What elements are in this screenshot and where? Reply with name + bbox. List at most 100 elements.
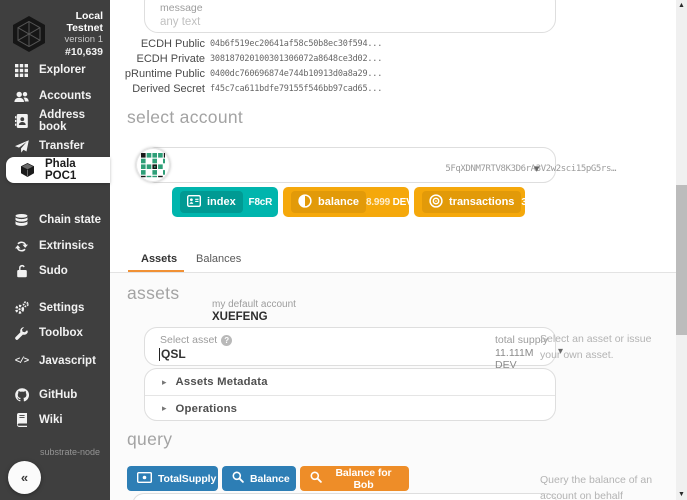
address-book-icon bbox=[14, 114, 29, 129]
accordion-label: Operations bbox=[176, 403, 238, 415]
accordion-assets-metadata[interactable]: Assets Metadata bbox=[145, 369, 555, 395]
assets-heading: assets bbox=[127, 283, 179, 304]
sidebar-collapse-button[interactable]: « bbox=[8, 461, 41, 494]
asset-accordion-group: Assets Metadata Operations bbox=[144, 368, 556, 421]
sidebar-item-accounts[interactable]: Accounts bbox=[0, 83, 110, 109]
cogs-icon bbox=[14, 301, 29, 316]
stat-value: 3 bbox=[521, 197, 526, 208]
chevron-down-icon[interactable] bbox=[534, 162, 540, 175]
stat-value: F8cR bbox=[243, 197, 278, 208]
message-input-placeholder: any text bbox=[160, 16, 200, 28]
balance-unit: DEV bbox=[393, 197, 413, 208]
key-value: 04b6f519ec20641af58c50b8ec30f594... bbox=[210, 39, 382, 49]
sidebar-item-javascript[interactable]: </> Javascript bbox=[0, 348, 110, 374]
account-address: 5FqXDNM7RTV8K3D6rA3V2w2sci15pG5rs… bbox=[350, 164, 616, 174]
sidebar-item-label: Sudo bbox=[39, 265, 68, 277]
sidebar-item-label: Explorer bbox=[39, 64, 86, 76]
sidebar-item-transfer[interactable]: Transfer bbox=[0, 133, 110, 159]
key-value: 308187020100301306072a8648ce3d02... bbox=[210, 54, 382, 64]
sidebar-item-label: GitHub bbox=[39, 389, 77, 401]
key-output-list: ECDH Public 04b6f519ec20641af58c50b8ec30… bbox=[110, 36, 676, 96]
assets-help-text: Select an asset or issue your own asset. bbox=[540, 331, 665, 363]
account-name: XUEFENG bbox=[212, 311, 268, 323]
stat-label-text: index bbox=[207, 196, 236, 208]
key-row-derived-secret: Derived Secret f45c7ca611bdfe79155f546bb… bbox=[110, 81, 676, 96]
tab-balances[interactable]: Balances bbox=[196, 253, 241, 265]
search-icon bbox=[232, 471, 244, 486]
tab-assets[interactable]: Assets bbox=[141, 253, 177, 265]
bullseye-icon bbox=[429, 194, 443, 211]
scroll-down-icon[interactable] bbox=[676, 490, 687, 499]
select-asset-dropdown[interactable]: Select asset QSL total supply 11.111M DE… bbox=[144, 327, 556, 366]
sidebar-item-settings[interactable]: Settings bbox=[0, 295, 110, 321]
message-input-label: message bbox=[160, 2, 203, 14]
select-asset-label: Select asset bbox=[160, 334, 232, 346]
query-result-panel bbox=[132, 493, 558, 500]
cube-icon bbox=[20, 163, 35, 178]
key-value: 0400dc760696874e744b10913d0a8a29... bbox=[210, 69, 382, 79]
chevron-right-icon bbox=[162, 403, 167, 414]
sidebar-item-chain-state[interactable]: Chain state bbox=[0, 207, 110, 233]
sync-icon bbox=[14, 239, 29, 254]
sidebar-item-address-book[interactable]: Address book bbox=[0, 108, 110, 134]
balance-for-bob-button[interactable]: Balance for Bob bbox=[300, 466, 409, 491]
app-window: Local Testnet version 1 #10,639 Explorer… bbox=[0, 0, 687, 500]
stat-label-text: balance bbox=[318, 196, 359, 208]
query-heading: query bbox=[127, 429, 172, 450]
sidebar-item-label: Accounts bbox=[39, 90, 91, 102]
sidebar-item-label: Toolbox bbox=[39, 327, 83, 339]
transactions-stat-button[interactable]: transactions 3 bbox=[414, 187, 525, 217]
key-label: pRuntime Public bbox=[110, 68, 205, 80]
balance-stat-button[interactable]: balance 8.999 DEV bbox=[283, 187, 409, 217]
select-asset-label-text: Select asset bbox=[160, 334, 217, 346]
total-supply-button[interactable]: TotalSupply bbox=[127, 466, 218, 491]
balance-amount: 8.999 bbox=[366, 197, 390, 208]
key-value: f45c7ca611bdfe79155f546bb97cad65... bbox=[210, 84, 382, 94]
help-icon[interactable] bbox=[221, 335, 232, 346]
index-stat-button[interactable]: index F8cR bbox=[172, 187, 278, 217]
query-help-text: Query the balance of an account on behal… bbox=[540, 472, 665, 500]
key-row-ecdh-public: ECDH Public 04b6f519ec20641af58c50b8ec30… bbox=[110, 36, 676, 51]
accordion-label: Assets Metadata bbox=[176, 376, 268, 388]
stat-value: 8.999 DEV bbox=[366, 197, 413, 208]
paper-plane-icon bbox=[14, 139, 29, 154]
grid-icon bbox=[14, 63, 29, 78]
scroll-up-icon[interactable] bbox=[676, 1, 687, 10]
database-icon bbox=[14, 213, 29, 228]
network-brand: Local Testnet version 1 #10,639 bbox=[0, 8, 110, 58]
sidebar-item-label: Phala POC1 bbox=[45, 158, 110, 182]
sidebar-item-label: Transfer bbox=[39, 140, 84, 152]
money-bill-icon bbox=[137, 472, 152, 486]
button-label: Balance bbox=[250, 473, 290, 485]
key-label: Derived Secret bbox=[110, 83, 205, 95]
sidebar-item-toolbox[interactable]: Toolbox bbox=[0, 320, 110, 346]
search-icon bbox=[310, 471, 322, 486]
scrollbar-track[interactable] bbox=[676, 0, 687, 500]
sidebar-item-wiki[interactable]: Wiki bbox=[0, 407, 110, 433]
network-info: Local Testnet version 1 #10,639 bbox=[39, 10, 103, 59]
button-label: Balance for Bob bbox=[328, 467, 399, 491]
sidebar-item-github[interactable]: GitHub bbox=[0, 382, 110, 408]
id-card-icon bbox=[187, 195, 201, 210]
asset-value-text: QSL bbox=[161, 347, 186, 361]
sidebar-item-phala-poc1[interactable]: Phala POC1 bbox=[6, 157, 110, 183]
key-label: ECDH Private bbox=[110, 53, 205, 65]
github-icon bbox=[14, 388, 29, 403]
sidebar-item-explorer[interactable]: Explorer bbox=[0, 57, 110, 83]
accordion-operations[interactable]: Operations bbox=[145, 395, 555, 421]
asset-value[interactable]: QSL bbox=[159, 347, 186, 361]
sidebar-item-label: Javascript bbox=[39, 355, 96, 367]
key-row-pruntime-public: pRuntime Public 0400dc760696874e744b1091… bbox=[110, 66, 676, 81]
message-input[interactable]: message any text bbox=[144, 0, 556, 33]
sidebar-item-extrinsics[interactable]: Extrinsics bbox=[0, 233, 110, 259]
chevron-right-icon bbox=[162, 377, 167, 388]
network-name: Local Testnet bbox=[39, 10, 103, 34]
account-dropdown-label: my default account bbox=[212, 299, 296, 310]
sidebar-item-sudo[interactable]: Sudo bbox=[0, 258, 110, 284]
adjust-icon bbox=[298, 194, 312, 211]
scrollbar-thumb[interactable] bbox=[676, 185, 687, 335]
balance-button[interactable]: Balance bbox=[222, 466, 296, 491]
node-name-label: substrate-node bbox=[40, 447, 100, 457]
network-version: version 1 bbox=[39, 34, 103, 45]
key-row-ecdh-private: ECDH Private 308187020100301306072a8648c… bbox=[110, 51, 676, 66]
